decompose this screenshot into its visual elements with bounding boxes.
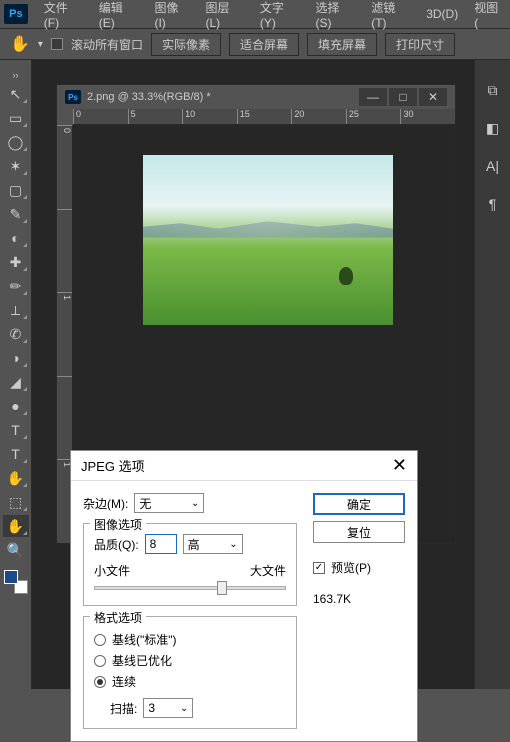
canvas-area: Ps 2.png @ 33.3%(RGB/8) * — □ ✕ 0 5 10 1… (32, 60, 474, 689)
path-tool[interactable]: ✋ (3, 467, 29, 489)
color-panel-icon[interactable]: ◧ (483, 118, 503, 138)
scans-dropdown[interactable]: 3⌄ (143, 698, 193, 718)
quality-preset-dropdown[interactable]: 高⌄ (183, 534, 243, 554)
fill-screen-button[interactable]: 填充屏幕 (307, 33, 377, 56)
shape-tool[interactable]: ⬚ (3, 491, 29, 513)
document-image[interactable] (143, 155, 393, 325)
menu-edit[interactable]: 编辑(E) (91, 0, 147, 30)
doc-ps-icon: Ps (65, 90, 81, 104)
minimize-button[interactable]: — (359, 88, 387, 106)
menu-layer[interactable]: 图层(L) (198, 0, 252, 30)
history-panel-icon[interactable]: ⧉ (483, 80, 503, 100)
eraser-tool[interactable]: ✆ (3, 323, 29, 345)
quality-label: 品质(Q): (94, 536, 139, 553)
zoom-tool[interactable]: 🔍 (3, 539, 29, 561)
baseline-standard-radio[interactable] (94, 634, 106, 646)
eyedropper-tool[interactable]: ✎ (3, 203, 29, 225)
progressive-radio[interactable] (94, 676, 106, 688)
menu-file[interactable]: 文件(F) (36, 0, 91, 30)
move-tool[interactable]: ↖ (3, 83, 29, 105)
image-options-legend: 图像选项 (90, 516, 146, 533)
maximize-button[interactable]: □ (389, 88, 417, 106)
reset-button[interactable]: 复位 (313, 521, 405, 543)
hand-tool[interactable]: ✋ (3, 515, 29, 537)
small-file-label: 小文件 (94, 562, 130, 579)
horizontal-ruler: 0 5 10 15 20 25 30 (73, 109, 455, 125)
format-options-group: 格式选项 基线("标准") 基线已优化 连续 (83, 616, 297, 729)
hand-icon: ✋ (10, 34, 30, 54)
toolbox: ›› ↖ ▭ ◯ ✶ ▢ ✎ ◐ ✚ ✏ ⟂ ✆ ◑ ◢ ● T T ✋ ⬚ ✋… (0, 60, 32, 689)
menu-select[interactable]: 选择(S) (308, 0, 364, 30)
scroll-all-label: 滚动所有窗口 (71, 36, 143, 53)
menu-view[interactable]: 视图( (466, 0, 510, 30)
preview-checkbox[interactable] (313, 562, 325, 574)
print-size-button[interactable]: 打印尺寸 (385, 33, 455, 56)
paragraph-panel-icon[interactable]: ¶ (483, 194, 503, 214)
scroll-all-checkbox[interactable] (51, 38, 63, 50)
gradient-tool[interactable]: ◑ (3, 347, 29, 369)
scans-label: 扫描: (110, 700, 137, 717)
jpeg-options-dialog: JPEG 选项 ✕ 杂边(M): 无⌄ 图像选项 品质(Q): (70, 450, 418, 742)
matte-label: 杂边(M): (83, 495, 128, 512)
dodge-tool[interactable]: ● (3, 395, 29, 417)
blur-tool[interactable]: ◢ (3, 371, 29, 393)
baseline-optimized-label: 基线已优化 (112, 652, 172, 669)
quality-slider[interactable] (94, 581, 286, 595)
pen-tool[interactable]: T (3, 419, 29, 441)
ps-logo: Ps (4, 4, 28, 24)
preview-label: 预览(P) (331, 559, 371, 576)
matte-dropdown[interactable]: 无⌄ (134, 493, 204, 513)
brush-tool[interactable]: ✚ (3, 251, 29, 273)
quality-input[interactable] (145, 534, 177, 554)
foreground-color[interactable] (4, 570, 18, 584)
document-titlebar[interactable]: Ps 2.png @ 33.3%(RGB/8) * — □ ✕ (57, 85, 455, 109)
baseline-standard-label: 基线("标准") (112, 631, 177, 648)
workspace: ›› ↖ ▭ ◯ ✶ ▢ ✎ ◐ ✚ ✏ ⟂ ✆ ◑ ◢ ● T T ✋ ⬚ ✋… (0, 60, 510, 689)
menu-type[interactable]: 文字(Y) (252, 0, 308, 30)
wand-tool[interactable]: ✶ (3, 155, 29, 177)
dialog-title: JPEG 选项 (81, 456, 392, 475)
large-file-label: 大文件 (250, 562, 286, 579)
menu-3d[interactable]: 3D(D) (418, 7, 466, 21)
mountain-graphic (143, 220, 393, 238)
crop-tool[interactable]: ▢ (3, 179, 29, 201)
lasso-tool[interactable]: ◯ (3, 131, 29, 153)
toolbox-collapse[interactable]: ›› (0, 68, 31, 82)
format-options-legend: 格式选项 (90, 609, 146, 626)
color-swatches[interactable] (4, 570, 28, 594)
type-tool[interactable]: T (3, 443, 29, 465)
menu-image[interactable]: 图像(I) (146, 0, 197, 30)
image-options-group: 图像选项 品质(Q): 高⌄ 小文件 大文件 (83, 523, 297, 606)
marquee-tool[interactable]: ▭ (3, 107, 29, 129)
dialog-titlebar[interactable]: JPEG 选项 ✕ (71, 451, 417, 481)
menu-bar: Ps 文件(F) 编辑(E) 图像(I) 图层(L) 文字(Y) 选择(S) 滤… (0, 0, 510, 28)
history-brush-tool[interactable]: ⟂ (3, 299, 29, 321)
right-dock: ⧉ ◧ A| ¶ (474, 60, 510, 689)
tree-graphic (339, 267, 353, 285)
progressive-label: 连续 (112, 673, 136, 690)
filesize-label: 163.7K (313, 592, 405, 606)
baseline-optimized-radio[interactable] (94, 655, 106, 667)
slider-thumb[interactable] (217, 581, 227, 595)
close-button[interactable]: ✕ (419, 88, 447, 106)
healing-tool[interactable]: ◐ (3, 227, 29, 249)
options-bar: ✋ ▾ 滚动所有窗口 实际像素 适合屏幕 填充屏幕 打印尺寸 (0, 28, 510, 60)
dialog-close-button[interactable]: ✕ (392, 455, 407, 476)
menu-filter[interactable]: 滤镜(T) (363, 0, 418, 30)
actual-pixels-button[interactable]: 实际像素 (151, 33, 221, 56)
character-panel-icon[interactable]: A| (483, 156, 503, 176)
stamp-tool[interactable]: ✏ (3, 275, 29, 297)
fit-screen-button[interactable]: 适合屏幕 (229, 33, 299, 56)
document-title: 2.png @ 33.3%(RGB/8) * (87, 91, 359, 103)
ok-button[interactable]: 确定 (313, 493, 405, 515)
tool-preset-dropdown[interactable]: ▾ (38, 39, 43, 50)
